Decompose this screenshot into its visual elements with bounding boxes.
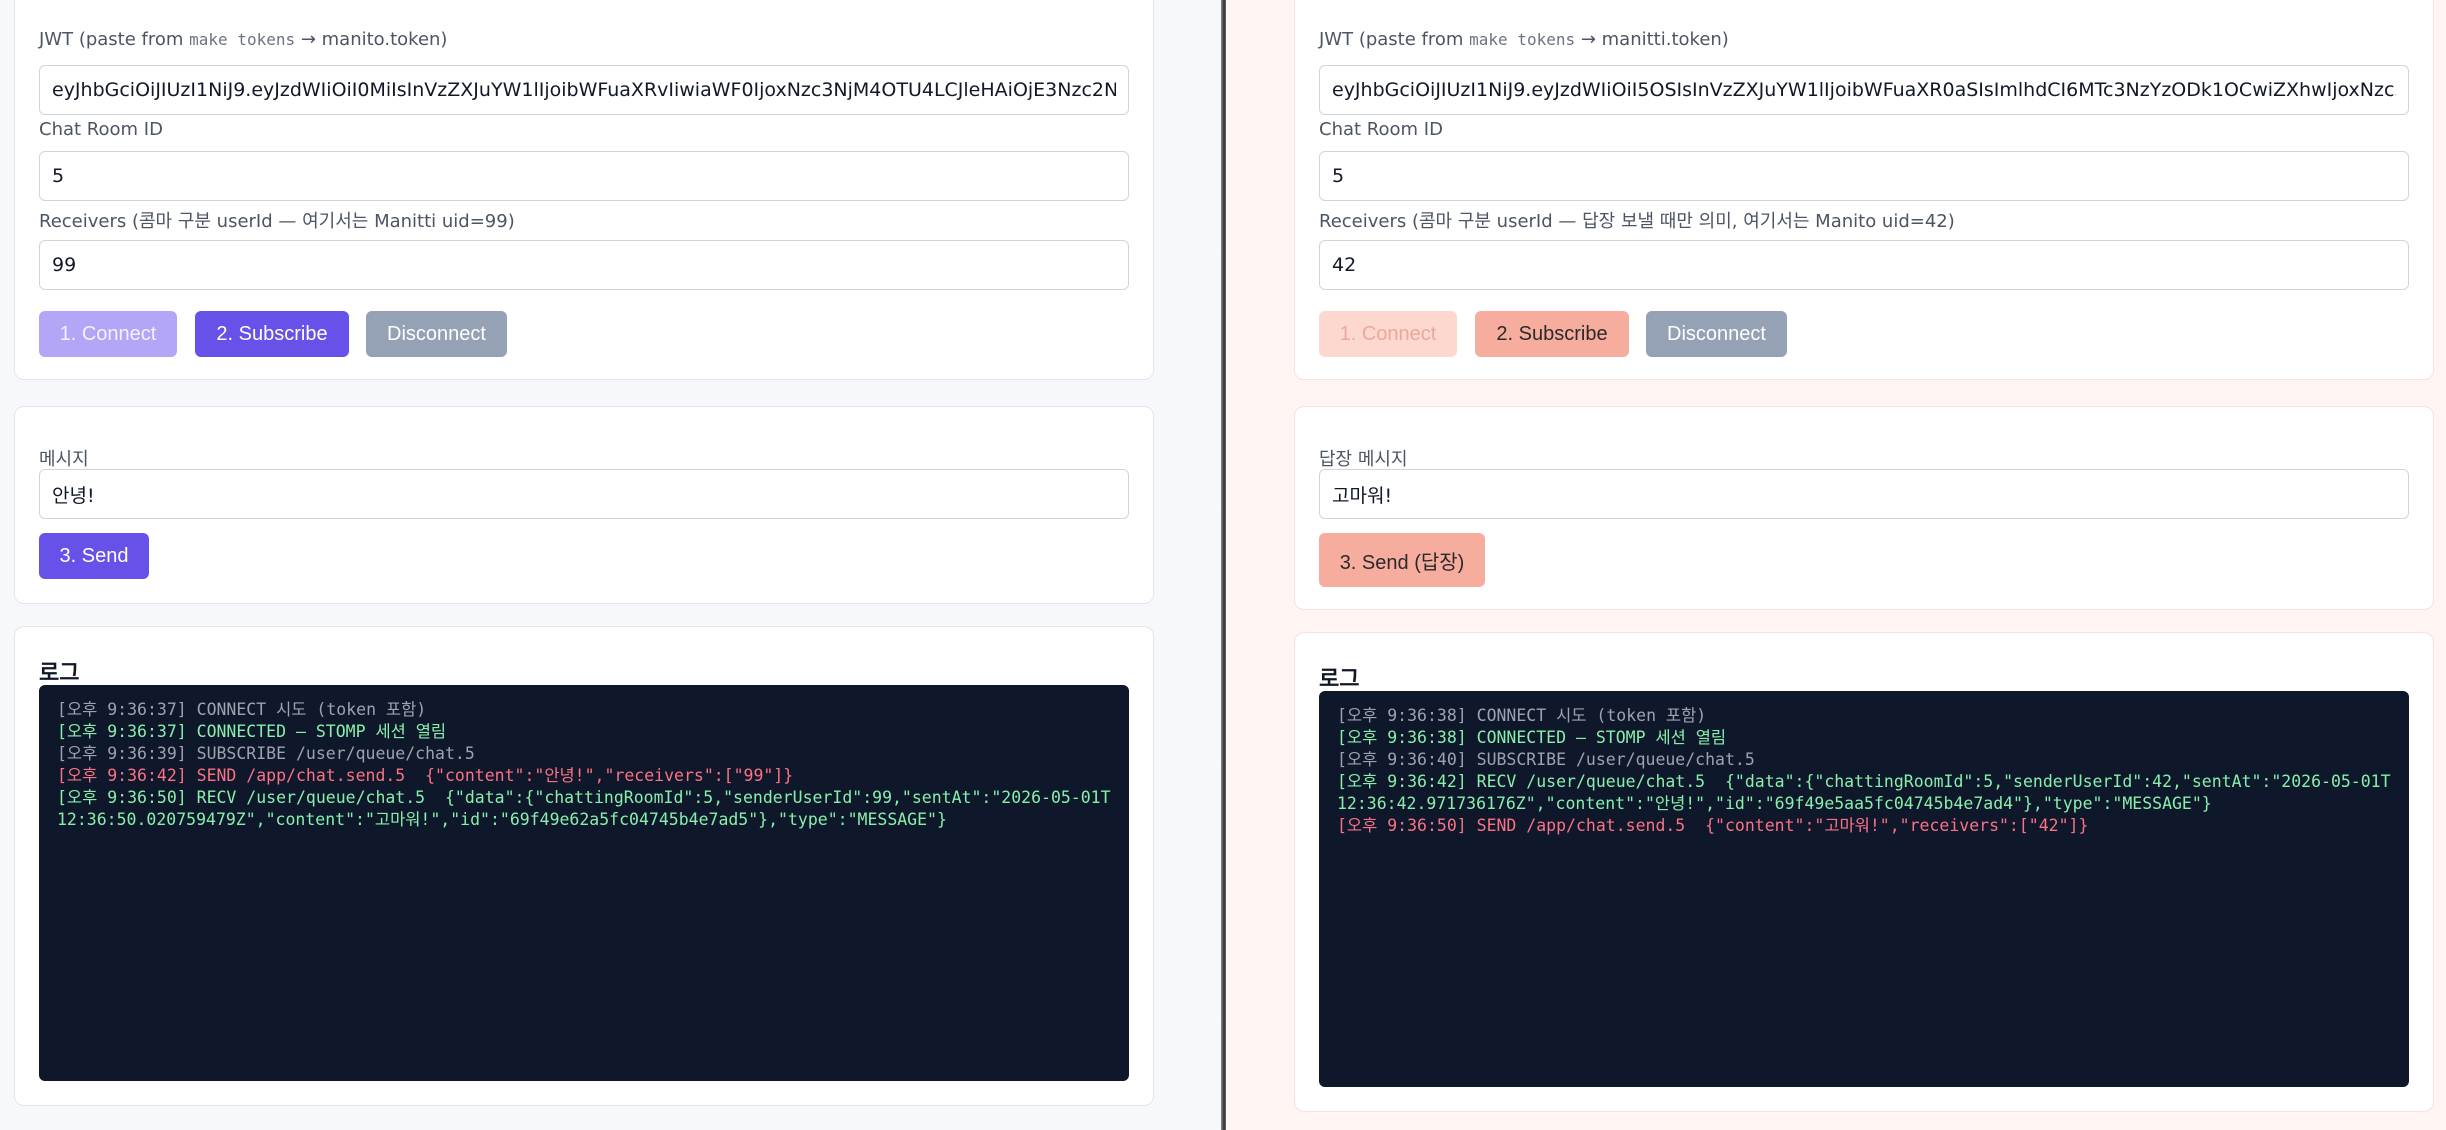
subscribe-button[interactable]: 2. Subscribe bbox=[195, 311, 349, 357]
message-label: 메시지 bbox=[39, 449, 89, 470]
log-line-info: [오후 9:36:38] CONNECT 시도 (token 포함) bbox=[1337, 706, 1707, 725]
log-console: [오후 9:36:38] CONNECT 시도 (token 포함) [오후 9:… bbox=[1319, 691, 2409, 1087]
manito-pane: JWT (paste from make tokens → manito.tok… bbox=[0, 0, 1221, 1130]
send-reply-button[interactable]: 3. Send (답장) bbox=[1319, 533, 1485, 587]
disconnect-button[interactable]: Disconnect bbox=[1646, 311, 1787, 357]
log-title: 로그 bbox=[39, 661, 80, 686]
log-line-success: [오후 9:36:50] RECV /user/queue/chat.5 {"d… bbox=[57, 788, 1111, 829]
jwt-label: JWT (paste from make tokens → manitti.to… bbox=[1319, 29, 1729, 50]
receivers-input[interactable] bbox=[1319, 240, 2409, 290]
chat-room-id-label: Chat Room ID bbox=[1319, 119, 1443, 140]
log-line-success: [오후 9:36:42] RECV /user/queue/chat.5 {"d… bbox=[1337, 772, 2391, 813]
connection-card: JWT (paste from make tokens → manito.tok… bbox=[14, 0, 1154, 380]
log-console: [오후 9:36:37] CONNECT 시도 (token 포함) [오후 9:… bbox=[39, 685, 1129, 1081]
chat-room-id-label: Chat Room ID bbox=[39, 119, 163, 140]
log-line-send: [오후 9:36:42] SEND /app/chat.send.5 {"con… bbox=[57, 766, 794, 785]
subscribe-button[interactable]: 2. Subscribe bbox=[1475, 311, 1629, 357]
chat-room-id-input[interactable] bbox=[39, 151, 1129, 201]
log-line-info: [오후 9:36:37] CONNECT 시도 (token 포함) bbox=[57, 700, 427, 719]
log-line-success: [오후 9:36:37] CONNECTED — STOMP 세션 열림 bbox=[57, 722, 447, 741]
receivers-input[interactable] bbox=[39, 240, 1129, 290]
message-input[interactable] bbox=[39, 469, 1129, 519]
reply-message-label: 답장 메시지 bbox=[1319, 449, 1408, 470]
log-card: 로그 [오후 9:36:37] CONNECT 시도 (token 포함) [오후… bbox=[14, 626, 1154, 1106]
chat-room-id-input[interactable] bbox=[1319, 151, 2409, 201]
manitti-pane: JWT (paste from make tokens → manitti.to… bbox=[1226, 0, 2446, 1130]
receivers-label: Receivers (콤마 구분 userId — 답장 보낼 때만 의미, 여… bbox=[1319, 211, 1955, 232]
jwt-input[interactable] bbox=[39, 65, 1129, 115]
reply-message-card: 답장 메시지 3. Send (답장) bbox=[1294, 406, 2434, 610]
receivers-label: Receivers (콤마 구분 userId — 여기서는 Manitti u… bbox=[39, 211, 515, 232]
log-line-info: [오후 9:36:39] SUBSCRIBE /user/queue/chat.… bbox=[57, 744, 475, 763]
connect-button[interactable]: 1. Connect bbox=[39, 311, 177, 357]
connection-card: JWT (paste from make tokens → manitti.to… bbox=[1294, 0, 2434, 380]
jwt-label: JWT (paste from make tokens → manito.tok… bbox=[39, 29, 448, 50]
log-title: 로그 bbox=[1319, 667, 1360, 692]
log-line-send: [오후 9:36:50] SEND /app/chat.send.5 {"con… bbox=[1337, 816, 2089, 835]
log-card: 로그 [오후 9:36:38] CONNECT 시도 (token 포함) [오후… bbox=[1294, 632, 2434, 1112]
connect-button[interactable]: 1. Connect bbox=[1319, 311, 1457, 357]
message-card: 메시지 3. Send bbox=[14, 406, 1154, 604]
log-line-info: [오후 9:36:40] SUBSCRIBE /user/queue/chat.… bbox=[1337, 750, 1755, 769]
send-button[interactable]: 3. Send bbox=[39, 533, 149, 579]
disconnect-button[interactable]: Disconnect bbox=[366, 311, 507, 357]
log-line-success: [오후 9:36:38] CONNECTED — STOMP 세션 열림 bbox=[1337, 728, 1727, 747]
reply-message-input[interactable] bbox=[1319, 469, 2409, 519]
jwt-input[interactable] bbox=[1319, 65, 2409, 115]
